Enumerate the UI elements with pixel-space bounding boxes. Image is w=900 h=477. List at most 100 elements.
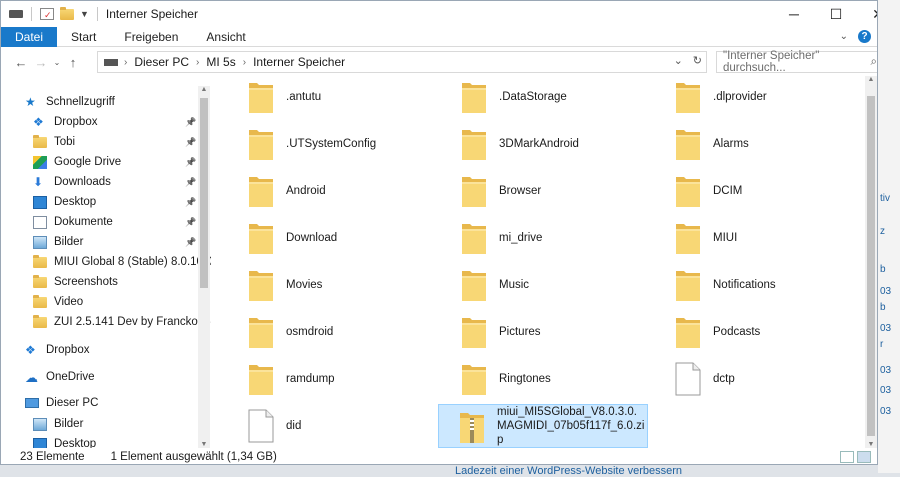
nav-item[interactable]: Dokumente 📌 xyxy=(1,212,197,232)
folder-item[interactable]: Notifications xyxy=(655,263,865,307)
nav-item[interactable]: ☁ OneDrive xyxy=(1,367,197,387)
nav-item-label: Dokumente xyxy=(54,216,113,228)
folder-item[interactable]: osmdroid xyxy=(228,310,438,354)
file-name: Pictures xyxy=(499,326,541,338)
nav-item-label: Tobi xyxy=(54,136,76,148)
folder-item[interactable]: ramdump xyxy=(228,357,438,401)
nav-item-label: Dieser PC xyxy=(46,397,99,409)
nav-item[interactable]: Tobi 📌 xyxy=(1,132,197,152)
nav-item[interactable]: Desktop xyxy=(1,434,197,448)
nav-item[interactable]: ❖ Dropbox xyxy=(1,340,197,360)
nav-item[interactable]: Video xyxy=(1,292,197,312)
help-icon[interactable]: ? xyxy=(858,30,871,43)
folder-item[interactable]: DCIM xyxy=(655,169,865,213)
nav-item[interactable]: Screenshots xyxy=(1,272,197,292)
file-name: Notifications xyxy=(713,279,776,291)
search-icon: ⌕ xyxy=(870,55,877,68)
file-name: did xyxy=(286,420,302,432)
refresh-icon[interactable]: ↻ xyxy=(693,54,702,67)
folder-item[interactable]: .UTSystemConfig xyxy=(228,122,438,166)
folder-item[interactable]: MIUI xyxy=(655,216,865,260)
recent-locations-icon[interactable]: ⌄ xyxy=(51,58,63,67)
details-view-icon[interactable] xyxy=(840,451,854,463)
tab-datei[interactable]: Datei xyxy=(1,26,58,47)
nav-item[interactable]: MIUI Global 8 (Stable) 8.0.10.0.0 xyxy=(1,252,211,272)
file-item[interactable]: miui_MI5SGlobal_V8.0.3.0.MAGMIDI_07b05f1… xyxy=(438,404,648,448)
nav-item[interactable]: ★ Schnellzugriff xyxy=(1,92,197,112)
background-window-strip: tiv z b 03 b 03 r 03 03 03 xyxy=(878,0,900,473)
folder-item[interactable]: Android xyxy=(228,169,438,213)
nav-item[interactable]: ZUI 2.5.141 Dev by Francko76 xyxy=(1,312,211,332)
pictures-icon xyxy=(33,235,47,249)
folder-item[interactable]: .dlprovider xyxy=(655,75,865,119)
nav-item[interactable]: Dieser PC xyxy=(1,393,197,413)
folder-item[interactable]: 3DMarkAndroid xyxy=(441,122,651,166)
scroll-up-arrow[interactable]: ▲ xyxy=(865,76,877,83)
pin-icon: 📌 xyxy=(185,156,197,167)
file-name: .antutu xyxy=(286,91,322,103)
chevron-down-icon[interactable]: ⌄ xyxy=(674,54,683,67)
folder-item[interactable]: Podcasts xyxy=(655,310,865,354)
background-text: 03 xyxy=(880,286,892,297)
folder-icon xyxy=(33,314,47,328)
folder-item[interactable]: Ringtones xyxy=(441,357,651,401)
up-button[interactable]: ↑ xyxy=(63,55,83,70)
search-input[interactable]: "Interner Speicher" durchsuch... ⌕ xyxy=(716,50,877,74)
nav-item-label: Bilder xyxy=(54,236,84,248)
customize-toolbar-icon[interactable]: ▼ xyxy=(80,9,89,19)
drive-icon[interactable] xyxy=(9,10,23,18)
folder-item[interactable]: .DataStorage xyxy=(441,75,651,119)
tab-ansicht[interactable]: Ansicht xyxy=(192,27,259,47)
nav-item[interactable]: Bilder xyxy=(1,414,197,434)
selection-info: 1 Element ausgewählt (1,34 GB) xyxy=(110,451,277,463)
folder-item[interactable]: Alarms xyxy=(655,122,865,166)
folder-item[interactable]: Music xyxy=(441,263,651,307)
minimize-button[interactable]: ─ xyxy=(771,1,817,27)
folder-item[interactable]: .antutu xyxy=(228,75,438,119)
scroll-up-arrow[interactable]: ▲ xyxy=(198,86,210,93)
folder-icon xyxy=(462,224,486,254)
properties-icon[interactable]: ✓ xyxy=(40,8,54,20)
breadcrumb-dieser-pc[interactable]: Dieser PC xyxy=(134,55,189,69)
tab-start[interactable]: Start xyxy=(57,27,110,47)
scroll-down-arrow[interactable]: ▼ xyxy=(198,441,210,448)
folder-icon xyxy=(462,318,486,348)
tab-freigeben[interactable]: Freigeben xyxy=(110,27,192,47)
nav-item[interactable]: Desktop 📌 xyxy=(1,192,197,212)
breadcrumb-mi5s[interactable]: MI 5s xyxy=(206,55,235,69)
nav-item[interactable]: ⬇ Downloads 📌 xyxy=(1,172,197,192)
file-icon xyxy=(248,409,274,443)
large-icons-view-icon[interactable] xyxy=(857,451,871,463)
folder-item[interactable]: Download xyxy=(228,216,438,260)
content-scrollbar[interactable]: ▲ ▼ xyxy=(865,76,877,448)
nav-item-label: Schnellzugriff xyxy=(46,96,115,108)
back-button[interactable]: ← xyxy=(11,55,31,70)
nav-item[interactable]: ❖ Dropbox 📌 xyxy=(1,112,197,132)
folder-item[interactable]: Pictures xyxy=(441,310,651,354)
file-name: Podcasts xyxy=(713,326,761,338)
expand-ribbon-icon[interactable]: ⌄ xyxy=(840,31,848,42)
nav-item[interactable]: Bilder 📌 xyxy=(1,232,197,252)
file-item[interactable]: dctp xyxy=(655,357,865,401)
nav-scrollbar[interactable]: ▲ ▼ xyxy=(198,86,210,448)
divider xyxy=(96,7,98,21)
new-folder-icon[interactable] xyxy=(60,6,74,20)
folder-item[interactable]: Movies xyxy=(228,263,438,307)
scroll-thumb[interactable] xyxy=(200,98,208,288)
folder-item[interactable]: mi_drive xyxy=(441,216,651,260)
address-bar[interactable]: › Dieser PC › MI 5s › Interner Speicher … xyxy=(97,51,707,73)
background-text: 03 xyxy=(880,406,892,417)
forward-button[interactable]: → xyxy=(31,55,51,70)
scroll-thumb[interactable] xyxy=(867,96,875,436)
close-button[interactable]: ✕ xyxy=(855,1,877,27)
file-name: mi_drive xyxy=(499,232,543,244)
nav-item[interactable]: Google Drive 📌 xyxy=(1,152,197,172)
desktop-icon xyxy=(33,437,47,448)
documents-icon xyxy=(33,215,47,229)
file-item[interactable]: did xyxy=(228,404,438,448)
folder-item[interactable]: Browser xyxy=(441,169,651,213)
breadcrumb-interner-speicher[interactable]: Interner Speicher xyxy=(253,55,345,69)
scroll-down-arrow[interactable]: ▼ xyxy=(865,441,877,448)
download-icon: ⬇ xyxy=(33,174,44,189)
maximize-button[interactable]: ☐ xyxy=(813,1,859,27)
